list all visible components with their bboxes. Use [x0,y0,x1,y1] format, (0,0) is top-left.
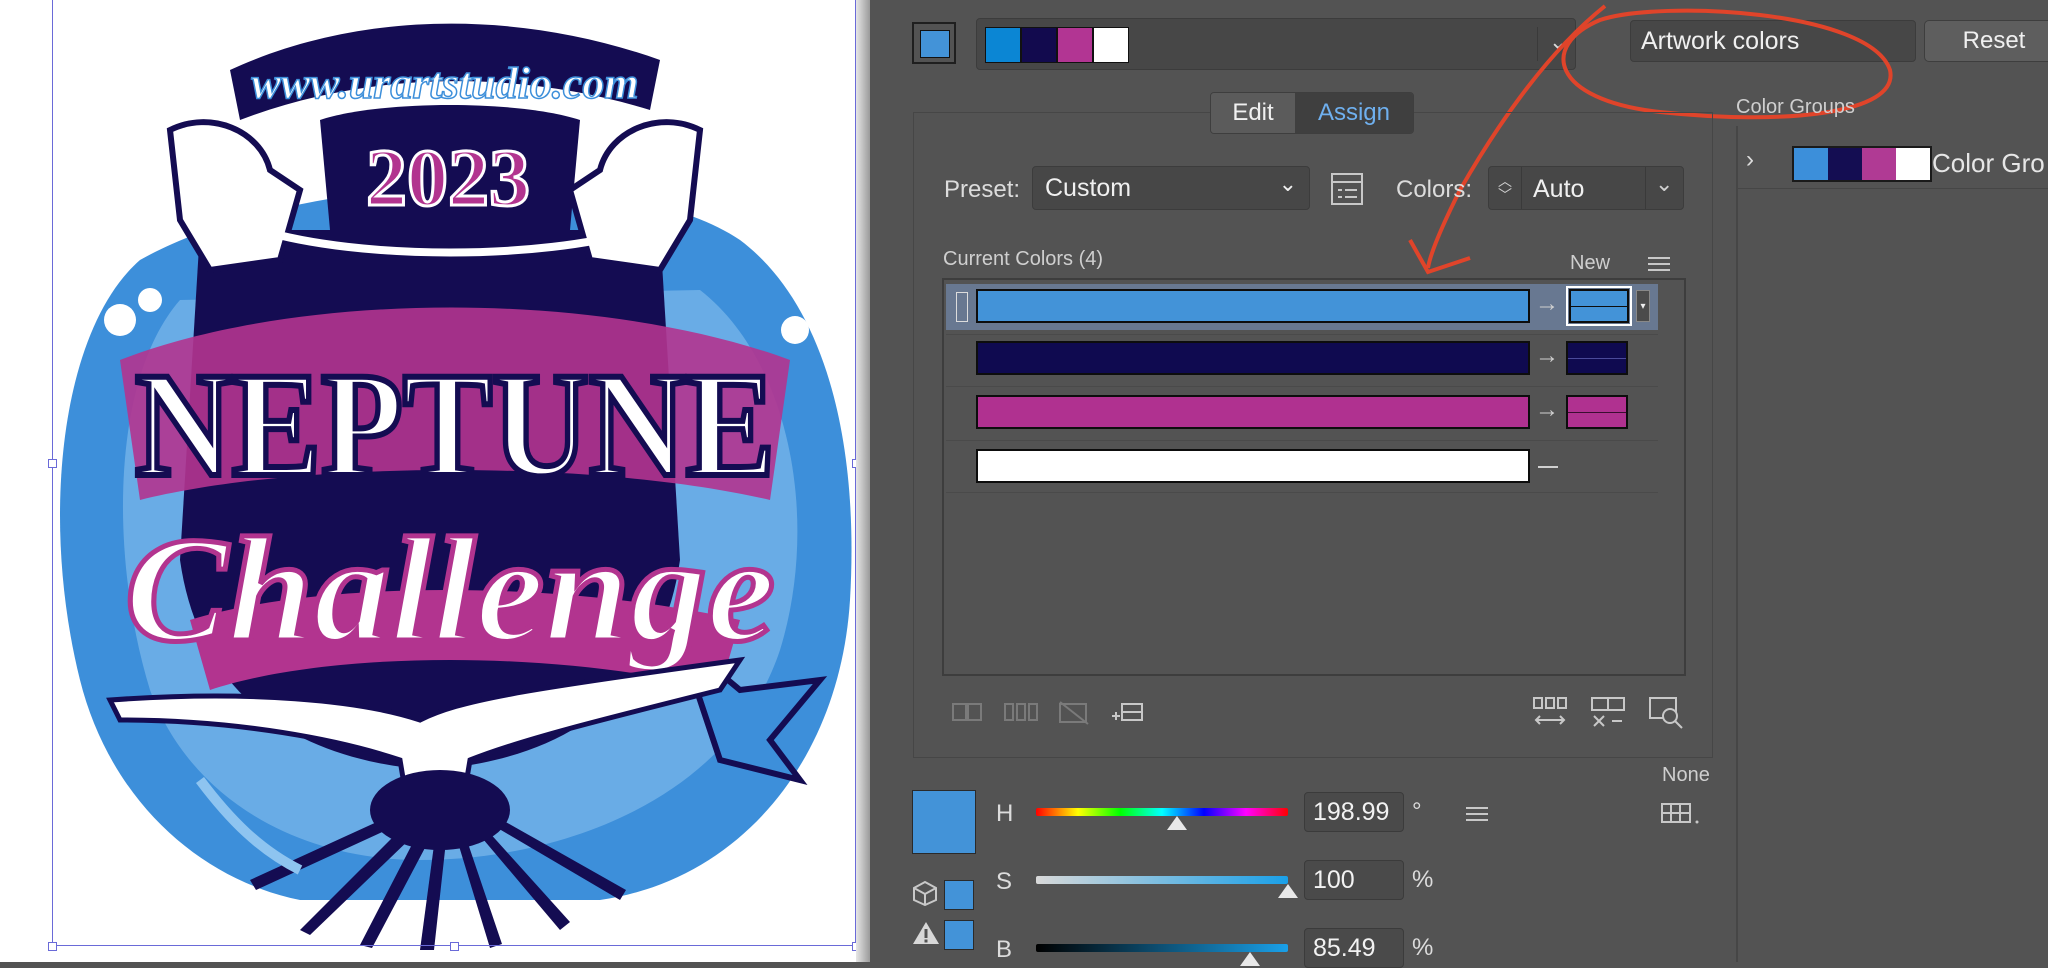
current-color-bar[interactable] [976,289,1530,323]
saturation-unit: % [1412,866,1434,893]
out-of-gamut-warning-icon[interactable] [912,920,940,946]
new-color-swatch[interactable] [1566,341,1628,375]
group-swatch[interactable] [1093,27,1129,63]
hue-unit: ° [1412,798,1422,825]
saturation-value-field[interactable]: 100 [1304,860,1404,900]
tab-bar: Edit Assign [1210,92,1414,134]
chevron-right-icon[interactable]: › [1746,146,1754,174]
color-preview-swatch [912,790,976,854]
color-group-strip-swatches [985,27,1129,63]
randomly-change-saturation-icon[interactable] [1590,696,1626,730]
color-group-swatches [1792,146,1932,182]
group-swatch[interactable] [1896,148,1930,180]
current-color-bar[interactable] [976,449,1530,483]
out-of-web-gamut-icon[interactable] [912,880,938,906]
color-row-tools [952,700,1144,726]
color-group-label: Color Gro [1932,148,2045,178]
brightness-label: B [996,936,1013,963]
current-colors-header: Current Colors (4) [943,248,1104,270]
brightness-value-field[interactable]: 85.49 [1304,928,1404,968]
brightness-slider[interactable] [1036,944,1288,952]
group-swatch[interactable] [985,27,1021,63]
new-color-swatch[interactable] [1566,395,1628,429]
reset-button[interactable]: Reset [1924,20,2048,62]
tab-edit[interactable]: Edit [1211,93,1295,133]
current-color-bar[interactable] [976,395,1530,429]
group-swatch[interactable] [1794,148,1828,180]
merge-colors-icon[interactable] [952,700,984,724]
arrow-right-icon[interactable]: → [1535,396,1559,424]
none-label: None [1662,764,1710,786]
hue-slider[interactable] [1036,808,1288,816]
selection-handle-bottom[interactable] [450,942,459,951]
brightness-unit: % [1412,934,1434,961]
tab-assign[interactable]: Assign [1295,93,1413,133]
exclude-colors-icon[interactable] [1058,700,1090,726]
selection-handle-bottom-left[interactable] [48,942,57,951]
chevron-down-icon[interactable]: ⌄ [1655,171,1673,197]
hue-slider-thumb[interactable] [1167,816,1188,830]
swatch-dropdown-icon[interactable]: ▾ [1636,290,1650,322]
stepper-up-icon[interactable]: ︿ [1498,174,1512,188]
stepper-down-icon[interactable]: ﹀ [1498,188,1512,202]
saturation-slider[interactable] [1036,876,1288,884]
preset-value: Custom [1045,173,1132,202]
current-color-bar[interactable] [976,341,1530,375]
active-color-swatch[interactable] [912,22,956,64]
color-group-item[interactable]: › Color Gro [1736,140,2048,189]
color-mode-grid-icon[interactable] [1660,800,1702,826]
selection-bounding-box[interactable] [52,0,856,946]
find-colors-in-artwork-icon[interactable] [1648,696,1684,730]
new-row-icon[interactable] [1110,700,1144,726]
new-color-swatch-selected[interactable] [1566,286,1632,326]
selection-handle-left[interactable] [48,459,57,468]
in-gamut-color-swatch[interactable] [944,920,974,950]
color-order-tools [1532,696,1684,730]
group-swatch[interactable] [1828,148,1862,180]
colors-label: Colors: [1396,176,1473,203]
no-new-color-dash [1538,466,1558,468]
preset-label: Preset: [944,176,1021,203]
hue-label: H [996,800,1014,827]
hsb-menu-icon[interactable] [1466,806,1488,822]
color-groups-title: Color Groups [1736,96,1855,118]
randomly-change-order-icon[interactable] [1532,696,1568,730]
colors-combobox[interactable]: ︿ ﹀ Auto ⌄ [1488,166,1684,210]
arrow-right-icon[interactable]: → [1535,342,1559,370]
row-handle-icon[interactable] [956,292,968,322]
hue-value-field[interactable]: 198.99 [1304,792,1404,832]
group-swatch[interactable] [1862,148,1896,180]
arrow-right-icon[interactable]: → [1535,290,1559,318]
colors-value: Auto [1533,175,1585,203]
color-list-menu-icon[interactable] [1648,256,1670,272]
preset-dropdown[interactable]: Custom ⌄ [1032,166,1310,210]
artboard-edge-shadow [856,0,870,962]
chevron-down-icon: ⌄ [1278,171,1297,196]
group-swatch[interactable] [1057,27,1093,63]
saturation-label: S [996,868,1013,895]
saturation-slider-thumb[interactable] [1278,884,1298,898]
web-safe-color-swatch[interactable] [944,880,974,910]
group-swatch[interactable] [1021,27,1057,63]
color-groups-panel [1736,126,2048,962]
colors-stepper[interactable]: ︿ ﹀ [1489,167,1522,209]
new-column-header: New [1570,252,1611,274]
preset-options-icon[interactable] [1330,172,1364,206]
brightness-slider-thumb[interactable] [1240,952,1261,966]
separate-colors-icon[interactable] [1004,700,1038,724]
